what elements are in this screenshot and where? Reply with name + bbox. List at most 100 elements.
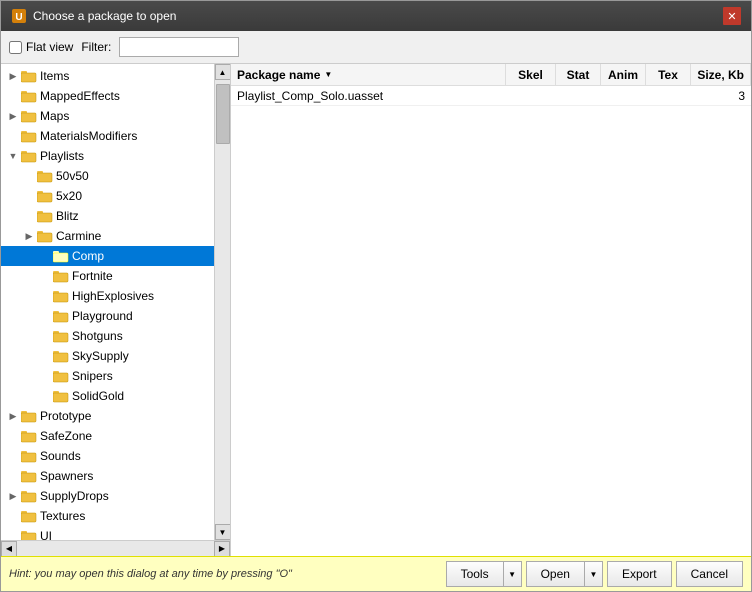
tree-item-snipers[interactable]: Snipers — [1, 366, 214, 386]
tree-item-shotguns[interactable]: Shotguns — [1, 326, 214, 346]
hscroll-track[interactable] — [17, 541, 214, 556]
open-btn-group: Open ▼ — [526, 561, 603, 587]
folder-icon-5x20 — [37, 189, 53, 203]
close-button[interactable]: ✕ — [723, 7, 741, 25]
expand-arrow-items[interactable] — [5, 66, 21, 86]
tree-item-5x20[interactable]: 5x20 — [1, 186, 214, 206]
col-header-package[interactable]: Package name — [231, 64, 506, 85]
folder-icon-items — [21, 69, 37, 83]
file-cell-stat — [556, 94, 601, 98]
tree-item-supplydrops[interactable]: SupplyDrops — [1, 486, 214, 506]
tree-item-playground[interactable]: Playground — [1, 306, 214, 326]
folder-icon-spawners — [21, 469, 37, 483]
tree-label-snipers: Snipers — [72, 369, 113, 383]
tree-label-50v50: 50v50 — [56, 169, 89, 183]
tree-item-maps[interactable]: Maps — [1, 106, 214, 126]
tools-button[interactable]: Tools — [446, 561, 504, 587]
tree-item-sounds[interactable]: Sounds — [1, 446, 214, 466]
tree-items: Items MappedEffects — [1, 64, 214, 540]
expand-arrow-prototype[interactable] — [5, 406, 21, 426]
folder-icon-supplydrops — [21, 489, 37, 503]
content-area: Items MappedEffects — [1, 64, 751, 556]
folder-icon-sounds — [21, 449, 37, 463]
tree-item-highexplosives[interactable]: HighExplosives — [1, 286, 214, 306]
tree-label-spawners: Spawners — [40, 469, 93, 483]
tree-hscrollbar[interactable]: ◀ ▶ — [1, 540, 230, 556]
title-bar-left: U Choose a package to open — [11, 8, 176, 24]
tree-item-mappedeffects[interactable]: MappedEffects — [1, 86, 214, 106]
file-cell-tex — [646, 94, 691, 98]
hscroll-right-btn[interactable]: ▶ — [214, 541, 230, 557]
tree-item-textures[interactable]: Textures — [1, 506, 214, 526]
tree-item-spawners[interactable]: Spawners — [1, 466, 214, 486]
cancel-button[interactable]: Cancel — [676, 561, 743, 587]
table-row[interactable]: Playlist_Comp_Solo.uasset 3 — [231, 86, 751, 106]
tree-item-items[interactable]: Items — [1, 66, 214, 86]
col-header-anim[interactable]: Anim — [601, 64, 646, 85]
col-header-size[interactable]: Size, Kb — [691, 64, 751, 85]
expand-arrow-carmine[interactable] — [21, 226, 37, 246]
filter-label: Filter: — [81, 40, 111, 54]
flat-view-label[interactable]: Flat view — [9, 40, 73, 54]
tree-item-skysupply[interactable]: SkySupply — [1, 346, 214, 366]
folder-icon-fortnite — [53, 269, 69, 283]
tree-vscrollbar[interactable]: ▲ ▼ — [214, 64, 230, 540]
tree-item-materialsmodifiers[interactable]: MaterialsModifiers — [1, 126, 214, 146]
tree-item-prototype[interactable]: Prototype — [1, 406, 214, 426]
folder-icon-shotguns — [53, 329, 69, 343]
folder-icon-skysupply — [53, 349, 69, 363]
folder-icon-playground — [53, 309, 69, 323]
flat-view-checkbox[interactable] — [9, 41, 22, 54]
tree-label-blitz: Blitz — [56, 209, 79, 223]
folder-icon-comp — [53, 249, 69, 263]
tree-item-playlists[interactable]: Playlists — [1, 146, 214, 166]
open-dropdown-button[interactable]: ▼ — [585, 561, 603, 587]
hscroll-left-btn[interactable]: ◀ — [1, 541, 17, 557]
tree-label-maps: Maps — [40, 109, 69, 123]
tree-item-ui[interactable]: UI — [1, 526, 214, 540]
vscroll-track[interactable] — [215, 80, 230, 524]
dialog: U Choose a package to open ✕ Flat view F… — [0, 0, 752, 592]
filter-input[interactable] — [119, 37, 239, 57]
tree-item-blitz[interactable]: Blitz — [1, 206, 214, 226]
open-button[interactable]: Open — [526, 561, 585, 587]
tree-item-carmine[interactable]: Carmine — [1, 226, 214, 246]
expand-arrow-maps[interactable] — [5, 106, 21, 126]
hint-text: Hint: you may open this dialog at any ti… — [9, 568, 292, 580]
tree-label-comp: Comp — [72, 249, 104, 263]
folder-icon-prototype — [21, 409, 37, 423]
expand-arrow-playlists[interactable] — [5, 146, 21, 166]
file-cell-package: Playlist_Comp_Solo.uasset — [231, 87, 506, 105]
folder-icon-50v50 — [37, 169, 53, 183]
tree-label-prototype: Prototype — [40, 409, 91, 423]
tree-item-solidgold[interactable]: SolidGold — [1, 386, 214, 406]
expand-arrow-supplydrops[interactable] — [5, 486, 21, 506]
tree-item-50v50[interactable]: 50v50 — [1, 166, 214, 186]
folder-icon-solidgold — [53, 389, 69, 403]
folder-icon-safezone — [21, 429, 37, 443]
tree-label-shotguns: Shotguns — [72, 329, 123, 343]
tree-item-fortnite[interactable]: Fortnite — [1, 266, 214, 286]
folder-icon-playlists — [21, 149, 37, 163]
tree-label-mappedeffects: MappedEffects — [40, 89, 120, 103]
export-button[interactable]: Export — [607, 561, 672, 587]
tree-label-playground: Playground — [72, 309, 133, 323]
tree-scroll-area: Items MappedEffects — [1, 64, 230, 540]
col-header-stat[interactable]: Stat — [556, 64, 601, 85]
folder-icon-materialsmodifiers — [21, 129, 37, 143]
col-header-tex[interactable]: Tex — [646, 64, 691, 85]
folder-icon-highexplosives — [53, 289, 69, 303]
folder-icon-mappedeffects — [21, 89, 37, 103]
dialog-title: Choose a package to open — [33, 9, 176, 23]
tree-label-safezone: SafeZone — [40, 429, 92, 443]
vscroll-up-btn[interactable]: ▲ — [215, 64, 231, 80]
tree-item-safezone[interactable]: SafeZone — [1, 426, 214, 446]
folder-icon-ui — [21, 529, 37, 540]
vscroll-down-btn[interactable]: ▼ — [215, 524, 231, 540]
file-cell-skel — [506, 94, 556, 98]
col-header-skel[interactable]: Skel — [506, 64, 556, 85]
vscroll-thumb[interactable] — [216, 84, 230, 144]
tools-dropdown-button[interactable]: ▼ — [504, 561, 522, 587]
tree-item-comp[interactable]: Comp — [1, 246, 214, 266]
file-cell-anim — [601, 94, 646, 98]
